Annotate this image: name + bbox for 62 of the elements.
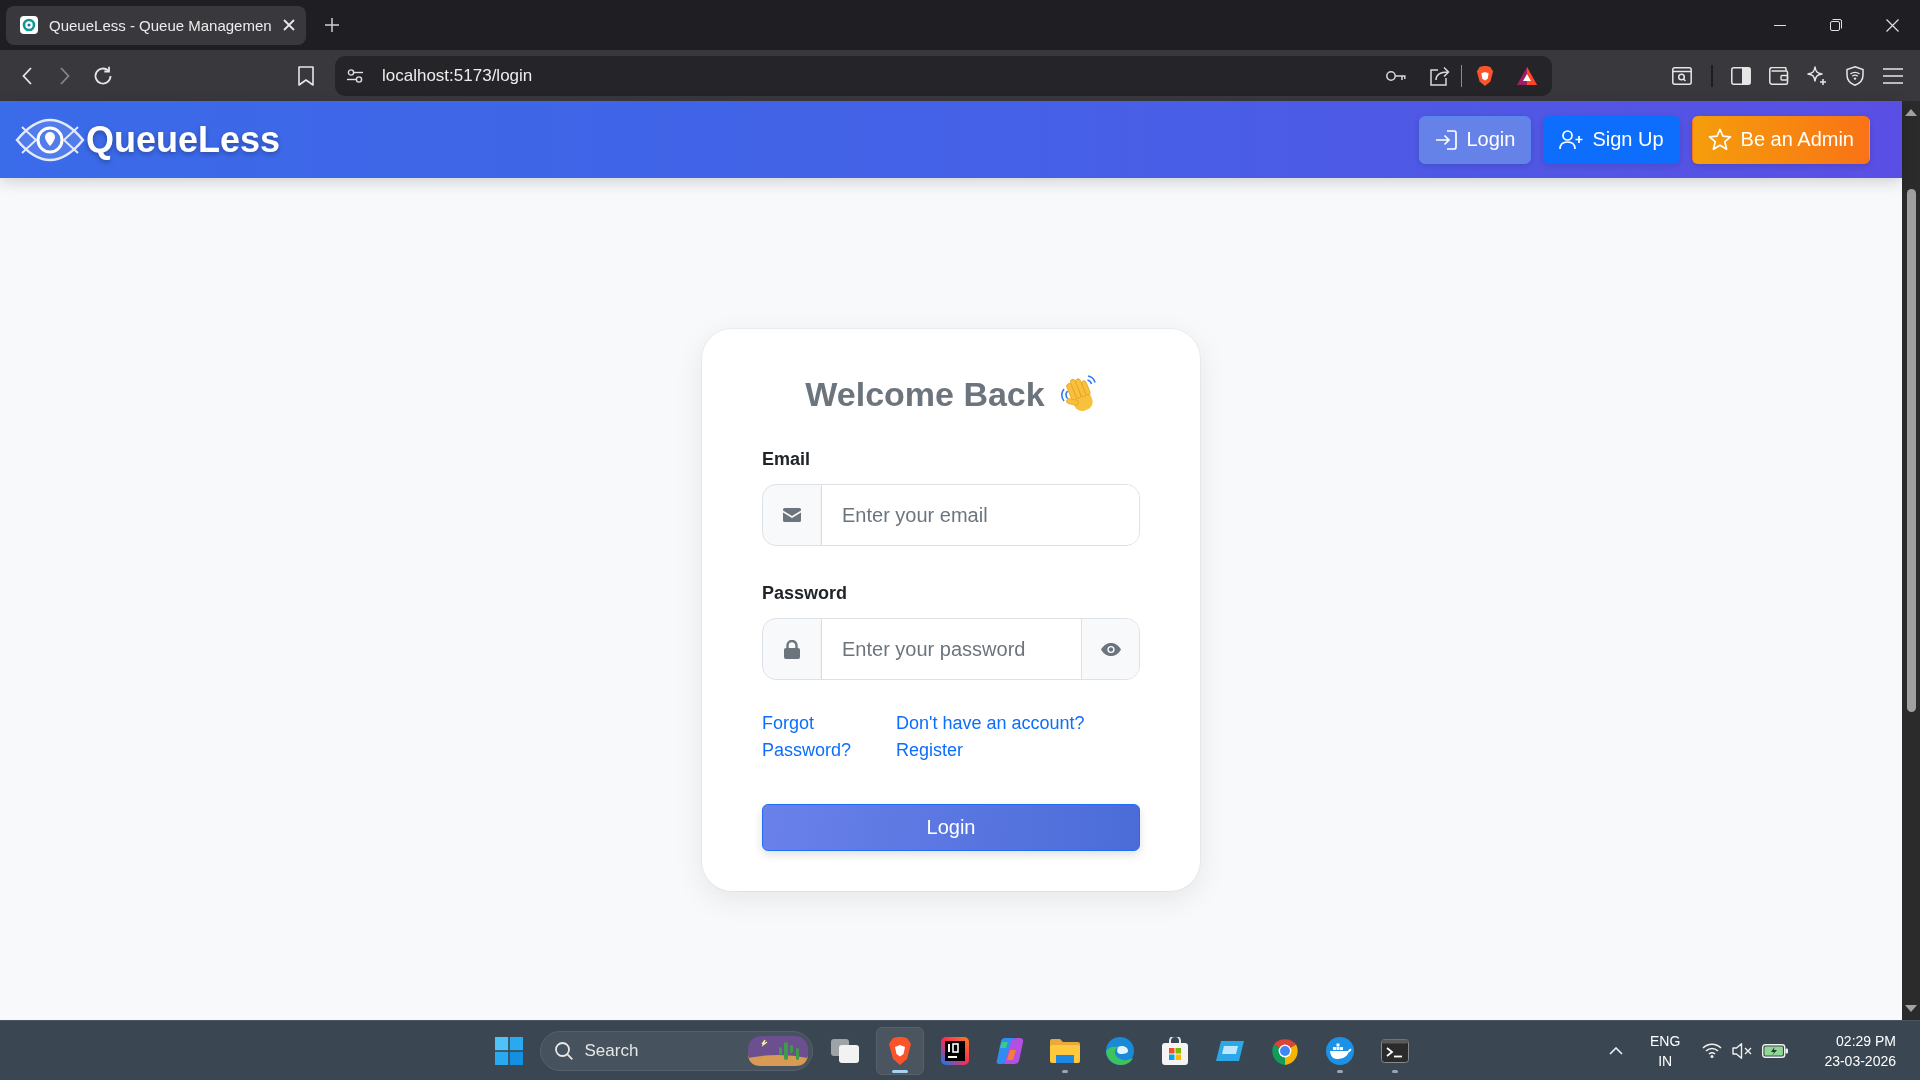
become-admin-button[interactable]: Be an Admin xyxy=(1691,115,1870,164)
scrollbar[interactable] xyxy=(1902,101,1920,1020)
search-button[interactable]: Search xyxy=(539,1030,813,1071)
sidebar-icon[interactable] xyxy=(1731,66,1751,85)
login-button[interactable]: Login xyxy=(762,804,1140,851)
reload-icon[interactable] xyxy=(93,65,113,86)
muted-speaker-icon[interactable] xyxy=(1732,1042,1753,1059)
wallet-icon[interactable] xyxy=(1769,66,1789,85)
folder-icon xyxy=(1049,1038,1080,1063)
site-favicon-icon xyxy=(20,16,38,34)
minimize-icon[interactable] xyxy=(1774,24,1786,26)
back-icon[interactable] xyxy=(22,66,32,85)
cactus-scene-icon xyxy=(747,1035,808,1066)
bookmark-icon[interactable] xyxy=(298,65,314,86)
sign-up-button[interactable]: Sign Up xyxy=(1543,115,1680,164)
text-link[interactable]: Don't have an account? Register xyxy=(896,710,1140,764)
lion-shield-icon xyxy=(887,1036,912,1065)
menu-icon[interactable] xyxy=(1883,67,1903,84)
key-icon[interactable] xyxy=(1386,69,1406,82)
waving-hand-icon xyxy=(1058,374,1097,414)
restore-icon[interactable] xyxy=(1830,19,1842,31)
battery-icon[interactable] xyxy=(1762,1043,1789,1058)
triangle-icon[interactable] xyxy=(1517,66,1537,85)
swirl-icon xyxy=(995,1037,1024,1064)
language-button[interactable]: ENG IN xyxy=(1650,1030,1681,1071)
plus-icon[interactable] xyxy=(325,18,339,32)
whale-icon xyxy=(1325,1036,1354,1065)
close-icon[interactable] xyxy=(1885,18,1899,32)
add-user-icon xyxy=(1559,129,1584,150)
address-bar[interactable]: localhost:5173/login xyxy=(335,55,1552,96)
card-title: Welcome Back xyxy=(805,374,1045,415)
eye-logo-icon[interactable] xyxy=(15,117,85,162)
field-label: Email xyxy=(762,448,812,471)
panel-icon xyxy=(1215,1040,1244,1061)
text-link[interactable]: Forgot Password? xyxy=(762,710,896,764)
share-icon[interactable] xyxy=(1430,65,1450,86)
page-search-icon[interactable] xyxy=(1672,66,1692,85)
star-icon xyxy=(1707,128,1732,151)
chevron-up-icon[interactable] xyxy=(1609,1046,1624,1055)
shield-icon[interactable] xyxy=(1846,65,1864,86)
brand-name[interactable]: QueueLess xyxy=(86,118,281,161)
wave-logo-icon xyxy=(1105,1036,1134,1065)
url-text: localhost:5173/login xyxy=(382,65,533,86)
taskbar-app-button[interactable] xyxy=(875,1026,924,1075)
browser-tab[interactable]: QueueLess - Queue Managemen xyxy=(6,5,306,45)
login-button[interactable]: Login xyxy=(1419,115,1532,164)
sign-in-icon xyxy=(1435,129,1458,150)
tricolor-circle-icon xyxy=(1270,1036,1299,1065)
clock-button[interactable]: 02:29 PM 23-03-2026 xyxy=(1824,1030,1896,1071)
terminal-icon xyxy=(1380,1038,1409,1063)
shopping-bag-icon xyxy=(1161,1036,1188,1065)
code-editor-icon xyxy=(940,1036,969,1065)
search-icon xyxy=(554,1041,573,1060)
site-settings-icon[interactable] xyxy=(347,68,363,83)
lion-shield-icon[interactable] xyxy=(1476,65,1494,86)
wifi-icon[interactable] xyxy=(1702,1043,1723,1058)
stacked-windows-icon xyxy=(830,1038,859,1063)
sparkle-icon[interactable] xyxy=(1807,65,1827,86)
close-icon[interactable] xyxy=(282,19,295,31)
field-label: Password xyxy=(762,582,849,605)
window-panes-icon[interactable] xyxy=(494,1036,523,1065)
forward-icon[interactable] xyxy=(60,66,70,85)
